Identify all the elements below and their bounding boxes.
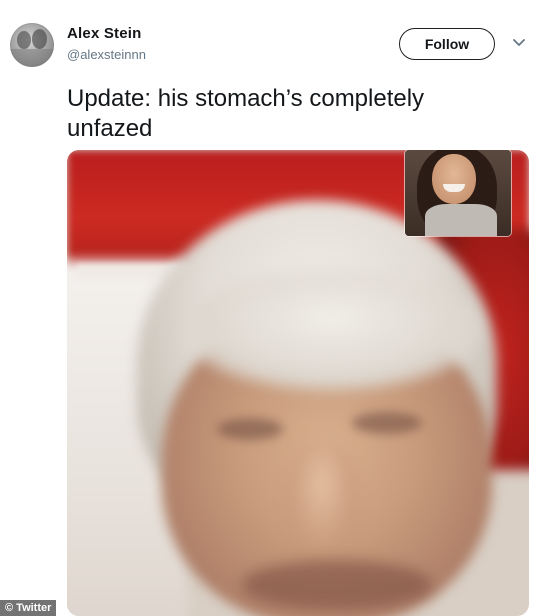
user-handle[interactable]: @alexsteinnn	[67, 47, 146, 62]
thumbnail-face	[432, 154, 476, 204]
twitter-watermark: © Twitter	[0, 600, 57, 616]
media-subject-fringe	[182, 270, 482, 390]
media-subject-nose	[287, 440, 357, 550]
thumbnail-shirt	[425, 204, 497, 236]
media-subject-mouth	[242, 560, 432, 610]
avatar-foreground	[10, 49, 54, 67]
follow-button[interactable]: Follow	[399, 28, 495, 60]
tweet-media[interactable]	[67, 150, 529, 616]
avatar[interactable]	[10, 23, 54, 67]
tweet-text: Update: his stomach’s completely unfazed	[67, 85, 425, 142]
video-call-thumbnail	[405, 150, 511, 236]
chevron-down-icon[interactable]	[512, 38, 526, 48]
avatar-figure-left	[17, 31, 31, 49]
media-subject-eye-left	[217, 418, 283, 440]
media-subject-eye-right	[352, 412, 422, 434]
avatar-figure-right	[32, 29, 47, 49]
display-name[interactable]: Alex Stein	[67, 25, 142, 42]
